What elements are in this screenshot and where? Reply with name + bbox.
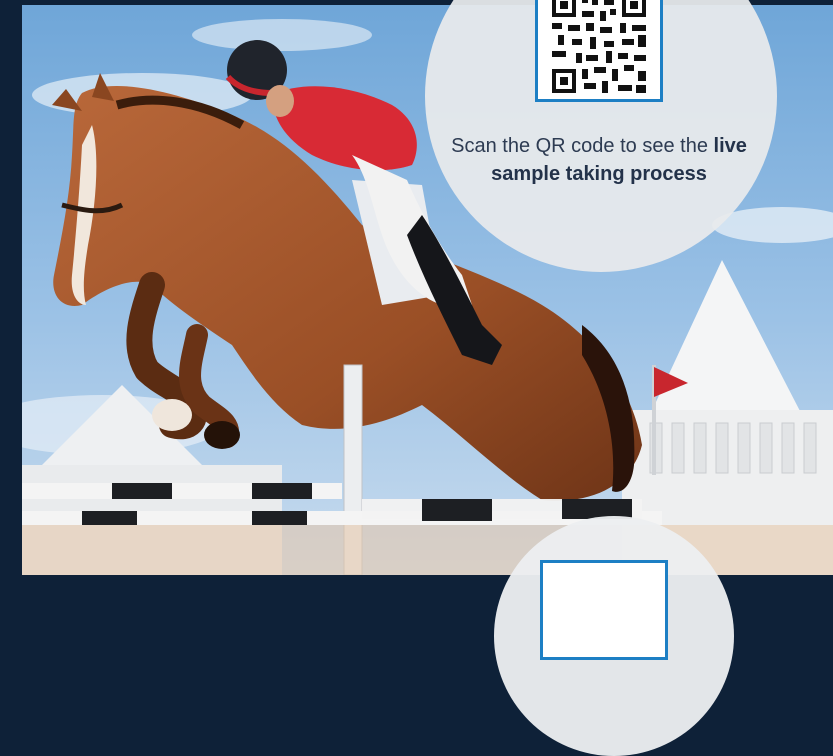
qr-code-frame[interactable] xyxy=(535,0,663,102)
qr-caption-lead: Scan the QR code to see the xyxy=(451,135,708,157)
qr-caption: Scan the QR code to see the live sample … xyxy=(449,132,749,188)
qr-code-icon xyxy=(552,0,646,93)
bottom-callout-circle xyxy=(494,516,734,756)
bottom-qr-code-frame[interactable] xyxy=(540,560,668,660)
left-frame-band xyxy=(0,0,22,575)
